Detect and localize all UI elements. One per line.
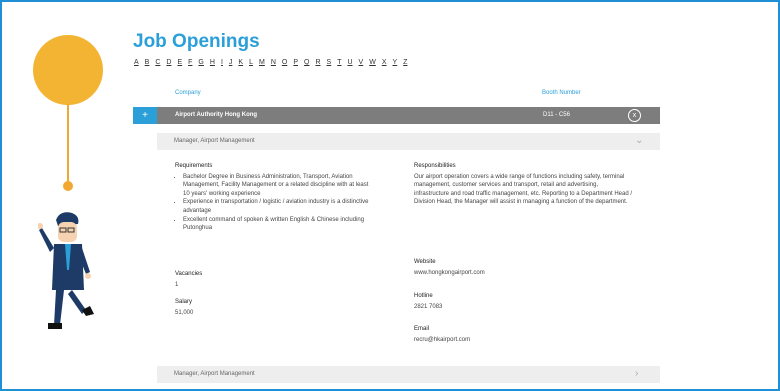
company-name: Airport Authority Hong Kong [175, 112, 258, 118]
letter-link-c[interactable]: C [155, 59, 160, 66]
letter-link-e[interactable]: E [177, 59, 182, 66]
requirement-item: Experience in transportation / logistic … [183, 198, 375, 215]
letter-link-q[interactable]: Q [304, 59, 309, 66]
person-illustration [38, 212, 94, 329]
letter-link-j[interactable]: J [229, 59, 233, 66]
chevron-down-icon[interactable]: ⌄ [635, 135, 643, 146]
email-section: Email recru@hkairport.com [414, 325, 470, 344]
letter-link-l[interactable]: L [249, 59, 253, 66]
letter-link-u[interactable]: U [347, 59, 352, 66]
requirement-item: Bachelor Degree in Business Administrati… [183, 173, 375, 199]
letter-link-m[interactable]: M [259, 59, 265, 66]
website-section: Website www.hongkongairport.com [414, 258, 485, 277]
salary-section: Salary 51,000 [175, 298, 193, 317]
letter-link-i[interactable]: I [221, 59, 223, 66]
letter-link-g[interactable]: G [198, 59, 203, 66]
column-header-company: Company [175, 90, 201, 96]
letter-link-h[interactable]: H [210, 59, 215, 66]
letter-link-o[interactable]: O [282, 59, 287, 66]
letter-link-w[interactable]: W [369, 59, 376, 66]
expand-icon[interactable]: + [133, 107, 157, 124]
job-row-collapsed[interactable]: Manager, Airport Management › [157, 366, 660, 383]
vacancies-value: 1 [175, 281, 179, 288]
salary-value: 51,000 [175, 309, 194, 316]
website-link[interactable]: www.hongkongairport.com [414, 269, 485, 278]
job-row-expanded[interactable]: Manager, Airport Management ⌄ [157, 133, 660, 150]
chevron-right-icon[interactable]: › [635, 368, 638, 379]
company-row[interactable]: + Airport Authority Hong Kong D11 - C56 … [133, 107, 660, 124]
page-title: Job Openings [133, 31, 260, 52]
hotline-section: Hotline 2821 7083 [414, 292, 442, 311]
requirement-item: Excellent command of spoken & written En… [183, 216, 375, 233]
balloon-string [67, 104, 69, 184]
vacancies-section: Vacancies 1 [175, 270, 202, 289]
responsibilities-section: Responsibilities Our airport operation c… [414, 162, 632, 207]
balloon-illustration [33, 35, 103, 105]
letter-link-x[interactable]: X [382, 59, 387, 66]
email-link[interactable]: recru@hkairport.com [414, 336, 470, 345]
column-header-booth: Booth Number [542, 90, 581, 96]
responsibilities-text: Our airport operation covers a wide rang… [414, 173, 633, 206]
balloon-knot [63, 181, 73, 191]
requirements-section: Requirements Bachelor Degree in Business… [175, 162, 375, 233]
letter-link-p[interactable]: P [293, 59, 298, 66]
letter-link-y[interactable]: Y [392, 59, 397, 66]
responsibilities-label: Responsibilities [414, 163, 456, 169]
letter-link-v[interactable]: V [359, 59, 364, 66]
email-label: Email [414, 326, 430, 332]
requirements-label: Requirements [175, 163, 213, 169]
job-title: Manager, Airport Management [174, 371, 255, 377]
letter-link-s[interactable]: S [327, 59, 332, 66]
salary-label: Salary [175, 299, 193, 305]
vacancies-label: Vacancies [175, 271, 203, 277]
hotline-label: Hotline [414, 293, 433, 299]
website-label: Website [414, 259, 436, 265]
letter-link-d[interactable]: D [166, 59, 171, 66]
letter-link-a[interactable]: A [134, 59, 139, 66]
letter-link-f[interactable]: F [188, 59, 192, 66]
hotline-value: 2821 7083 [414, 303, 443, 310]
letter-link-t[interactable]: T [337, 59, 341, 66]
alphabet-filter: A B C D E F G H I J K L M N O P Q R S T … [134, 59, 407, 66]
close-icon[interactable]: x [628, 109, 641, 122]
booth-number: D11 - C56 [543, 112, 570, 118]
job-title: Manager, Airport Management [174, 138, 255, 144]
letter-link-b[interactable]: B [145, 59, 150, 66]
letter-link-r[interactable]: R [315, 59, 320, 66]
letter-link-n[interactable]: N [271, 59, 276, 66]
letter-link-z[interactable]: Z [403, 59, 407, 66]
letter-link-k[interactable]: K [238, 59, 243, 66]
